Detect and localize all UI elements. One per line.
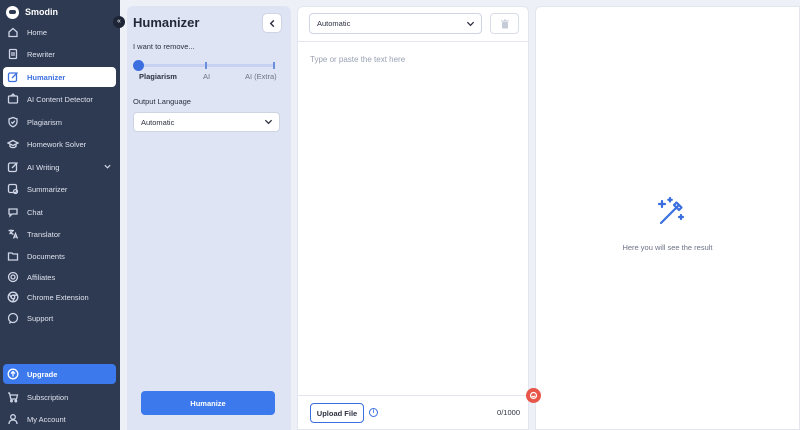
sidebar-item-label: Home	[27, 27, 48, 37]
support-icon	[7, 312, 19, 324]
sidebar-item-label: Chrome Extension	[27, 292, 89, 302]
slider-thumb[interactable]	[133, 60, 144, 71]
sidebar-item-label: AI Content Detector	[27, 94, 93, 104]
sidebar-item-summarizer[interactable]: Summarizer	[3, 179, 116, 199]
translate-icon	[7, 228, 19, 240]
sidebar-item-humanizer[interactable]: Humanizer	[3, 67, 116, 87]
sidebar-item-home[interactable]: Home	[3, 22, 116, 42]
character-count: 0/1000	[497, 408, 520, 417]
sidebar-item-documents[interactable]: Documents	[3, 246, 116, 266]
result-panel: Here you will see the result	[535, 6, 800, 430]
sidebar-item-label: Documents	[27, 251, 65, 261]
sidebar-item-label: Chat	[27, 207, 43, 217]
remove-label: I want to remove...	[133, 42, 195, 51]
upgrade-label: Upgrade	[27, 369, 58, 379]
back-button[interactable]	[262, 13, 282, 33]
sidebar-item-label: Subscription	[27, 392, 69, 402]
magic-wand-icon	[657, 196, 685, 225]
sidebar-item-label: My Account	[27, 414, 66, 424]
sidebar-item-chat[interactable]: Chat	[3, 202, 116, 222]
sidebar-item-homework-solver[interactable]: Homework Solver	[3, 134, 116, 154]
arrow-up-circle-icon	[7, 368, 19, 380]
input-panel: Automatic Type or paste the text here Up…	[297, 6, 529, 430]
smodin-logo-icon	[6, 5, 19, 19]
brand-name: Smodin	[25, 7, 58, 17]
chat-icon	[7, 206, 19, 218]
chrome-icon	[7, 291, 19, 303]
output-language-label: Output Language	[133, 97, 191, 106]
sidebar-item-ai-content-detector[interactable]: AI Content Detector	[3, 89, 116, 109]
sidebar-item-label: Affiliates	[27, 272, 56, 282]
level-label-ai[interactable]: AI	[203, 72, 210, 81]
output-language-select[interactable]: Automatic	[133, 112, 280, 132]
detector-icon	[7, 93, 19, 105]
sidebar-item-label: AI Writing	[27, 162, 60, 172]
humanize-button[interactable]: Humanize	[141, 391, 275, 415]
clear-text-button[interactable]	[490, 13, 519, 34]
input-language-select[interactable]: Automatic	[309, 13, 482, 34]
removal-level-slider[interactable]	[133, 60, 275, 71]
cart-icon	[7, 391, 19, 403]
shield-icon	[7, 116, 19, 128]
sidebar-item-label: Homework Solver	[27, 139, 87, 149]
pen-icon	[7, 161, 19, 173]
sidebar-item-support[interactable]: Support	[3, 308, 116, 328]
feedback-icon[interactable]	[526, 388, 541, 403]
slider-tick	[273, 62, 275, 69]
sidebar-item-plagiarism[interactable]: Plagiarism	[3, 112, 116, 132]
level-label-plagiarism[interactable]: Plagiarism	[139, 72, 177, 81]
humanizer-icon	[7, 71, 19, 83]
chevron-down-icon	[466, 20, 475, 30]
sidebar-item-chrome-extension[interactable]: Chrome Extension	[3, 287, 116, 307]
result-empty-text: Here you will see the result	[622, 243, 713, 252]
affiliates-icon	[7, 271, 19, 283]
sidebar-item-subscription[interactable]: Subscription	[3, 387, 116, 407]
humanizer-settings-panel: Humanizer I want to remove... Plagiarism…	[127, 6, 291, 430]
collapse-sidebar-icon[interactable]: «	[113, 16, 125, 28]
user-icon	[7, 413, 19, 425]
info-icon[interactable]: i	[369, 408, 378, 417]
text-input-placeholder[interactable]: Type or paste the text here	[310, 55, 405, 64]
summarizer-icon	[7, 183, 19, 195]
sidebar-item-label: Plagiarism	[27, 117, 63, 127]
folder-icon	[7, 250, 19, 262]
level-label-ai-extra[interactable]: AI (Extra)	[245, 72, 277, 81]
select-value: Automatic	[141, 117, 175, 127]
sidebar-item-label: Summarizer	[27, 184, 68, 194]
sidebar-item-my-account[interactable]: My Account	[3, 409, 116, 429]
select-value: Automatic	[317, 19, 351, 28]
chevron-down-icon	[264, 118, 273, 128]
home-icon	[7, 26, 19, 38]
sidebar-item-label: Support	[27, 313, 54, 323]
brand[interactable]: Smodin	[6, 5, 58, 19]
input-header: Automatic	[298, 7, 528, 42]
sidebar: Smodin Home Rewriter Humanizer AI Conten…	[0, 0, 120, 430]
sidebar-item-ai-writing[interactable]: AI Writing	[3, 157, 116, 177]
upload-file-button[interactable]: Upload File	[310, 403, 364, 423]
rewriter-icon	[7, 48, 19, 60]
chevron-down-icon[interactable]	[103, 162, 112, 173]
sidebar-item-label: Humanizer	[27, 72, 66, 82]
slider-tick	[205, 62, 207, 69]
chevron-left-icon	[269, 19, 274, 27]
upgrade-button[interactable]: Upgrade	[3, 364, 116, 384]
sidebar-item-translator[interactable]: Translator	[3, 224, 116, 244]
sidebar-item-rewriter[interactable]: Rewriter	[3, 44, 116, 64]
trash-icon	[500, 19, 509, 28]
panel-title: Humanizer	[133, 15, 200, 30]
sidebar-item-label: Rewriter	[27, 49, 55, 59]
sidebar-item-affiliates[interactable]: Affiliates	[3, 267, 116, 287]
graduation-cap-icon	[7, 138, 19, 150]
sidebar-item-label: Translator	[27, 229, 61, 239]
